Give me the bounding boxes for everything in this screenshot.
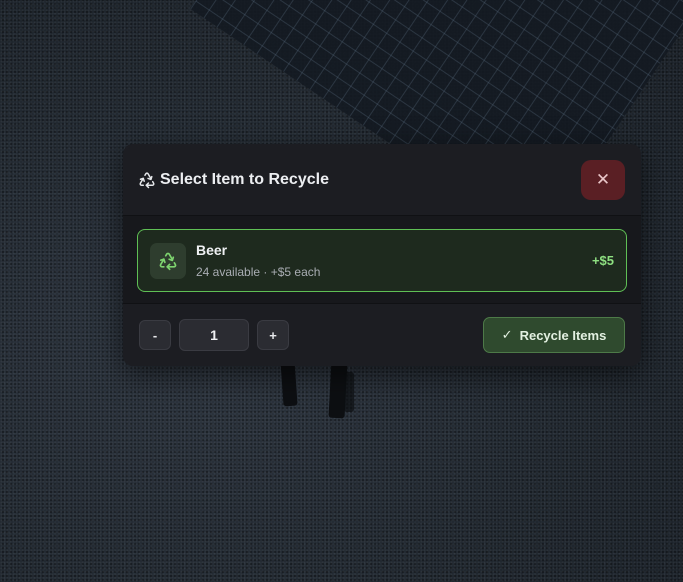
- item-price: +$5: [591, 253, 614, 268]
- close-icon: ✕: [595, 169, 611, 189]
- recycle-items-button[interactable]: ✓ Recycle Items: [483, 317, 625, 353]
- recycle-modal: Select Item to Recycle ✕ Beer 24 availab…: [123, 144, 641, 366]
- table-leg: [280, 359, 298, 407]
- recycle-items-label: Recycle Items: [519, 327, 607, 343]
- table-leg: [344, 372, 354, 412]
- recycle-icon: [159, 252, 177, 270]
- check-icon: ✓: [501, 327, 513, 342]
- quantity-input[interactable]: [179, 319, 249, 351]
- item-name: Beer: [196, 242, 228, 258]
- modal-footer: - + ✓ Recycle Items: [123, 304, 641, 366]
- item-availability: 24 available · +$5 each: [196, 265, 321, 279]
- item-list: Beer 24 available · +$5 each +$5: [123, 216, 641, 304]
- modal-title: Select Item to Recycle: [160, 170, 329, 188]
- decrease-quantity-button[interactable]: -: [139, 320, 171, 350]
- item-text: Beer 24 available · +$5 each: [196, 242, 592, 279]
- item-card-beer[interactable]: Beer 24 available · +$5 each +$5: [137, 229, 627, 292]
- modal-title-group: Select Item to Recycle: [138, 171, 329, 189]
- modal-header: Select Item to Recycle ✕: [123, 144, 641, 216]
- recycle-icon: [138, 171, 156, 189]
- increase-quantity-button[interactable]: +: [257, 320, 289, 350]
- item-icon-box: [150, 242, 186, 279]
- close-button[interactable]: ✕: [581, 159, 625, 200]
